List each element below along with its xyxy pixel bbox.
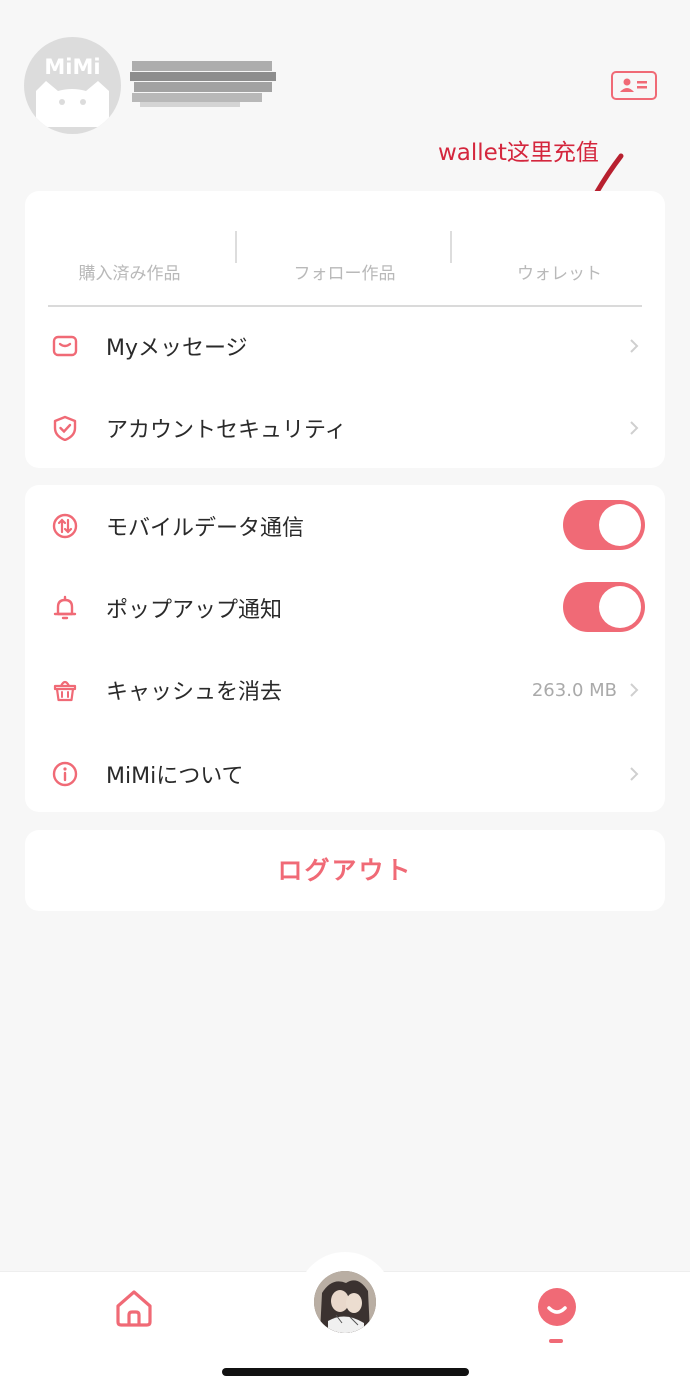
menu-item-my-messages[interactable]: Myメッセージ — [106, 330, 248, 362]
id-card-icon[interactable] — [611, 71, 657, 100]
stat-wallet[interactable]: ウォレット — [452, 259, 667, 284]
mobile-data-toggle[interactable] — [563, 500, 645, 550]
menu-item-mobile-data: モバイルデータ通信 — [106, 516, 305, 541]
chevron-right-icon — [630, 767, 639, 781]
basket-icon — [53, 680, 77, 702]
chevron-right-icon — [630, 421, 639, 435]
active-tab-indicator — [549, 1339, 563, 1343]
chevron-right-icon — [630, 683, 639, 697]
popup-notification-toggle[interactable] — [563, 582, 645, 632]
me-icon[interactable] — [536, 1286, 578, 1328]
cat-logo-icon — [36, 81, 109, 127]
shield-check-icon — [53, 415, 77, 441]
avatar-brand-text: MiMi — [44, 55, 101, 79]
menu-item-about-mimi[interactable]: MiMiについて — [106, 758, 244, 790]
divider — [48, 305, 642, 307]
avatar[interactable]: MiMi — [24, 37, 121, 134]
menu-item-account-security[interactable]: アカウントセキュリティ — [106, 412, 347, 444]
logout-button[interactable]: ログアウト — [25, 830, 665, 911]
bell-icon — [53, 595, 77, 620]
cache-size-value: 263.0 MB — [531, 680, 617, 701]
mail-icon — [52, 335, 78, 357]
toggle-knob — [599, 504, 641, 546]
toggle-knob — [599, 586, 641, 628]
stat-following[interactable]: フォロー作品 — [237, 259, 452, 284]
home-indicator-bar — [222, 1368, 469, 1376]
menu-item-clear-cache[interactable]: キャッシュを消去 — [106, 674, 282, 706]
chevron-right-icon — [630, 339, 639, 353]
username-redacted — [130, 61, 276, 107]
data-transfer-icon — [52, 513, 78, 539]
stat-purchased[interactable]: 購入済み作品 — [22, 259, 237, 284]
menu-item-popup-notifications: ポップアップ通知 — [106, 598, 283, 623]
home-icon[interactable] — [114, 1288, 154, 1328]
center-tab-avatar[interactable] — [314, 1271, 376, 1333]
info-icon — [52, 761, 78, 787]
